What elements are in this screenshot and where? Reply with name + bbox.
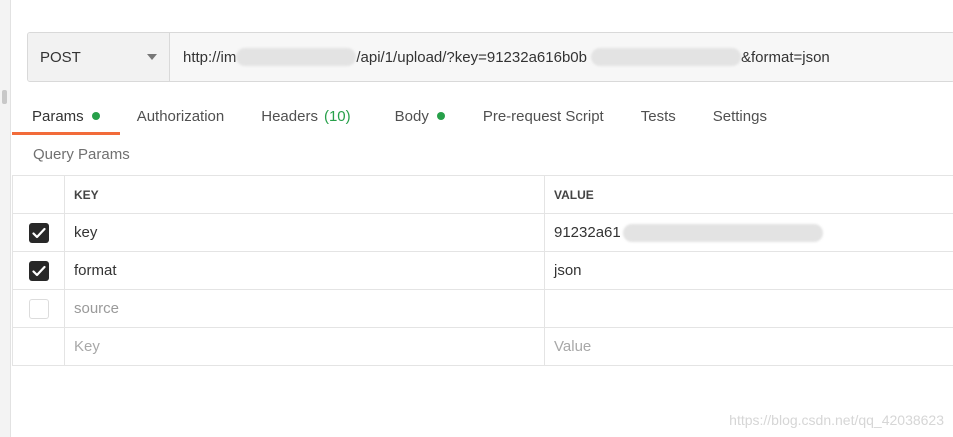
row-checkbox[interactable] [28,298,49,319]
request-bar: POST http://im /api/1/upload/?key=91232a… [27,32,953,82]
param-value-input[interactable]: 91232a61 [545,214,953,251]
method-select[interactable]: POST [28,33,170,81]
column-header-value: VALUE [554,187,594,202]
tab-body[interactable]: Body [395,99,445,133]
redacted-region [622,223,823,242]
tab-label: Headers [261,107,318,125]
header-check-cell [12,176,65,213]
table-row: key 91232a61 [12,214,953,252]
redacted-region [236,48,357,66]
column-header-key: KEY [65,176,545,213]
param-value-input[interactable] [545,290,953,327]
new-value-input[interactable]: Value [545,328,953,365]
tab-headers[interactable]: Headers (10) [261,99,350,133]
param-key-input[interactable]: source [65,290,545,327]
tab-pre-request-script[interactable]: Pre-request Script [483,99,604,133]
tab-label: Settings [712,107,767,125]
param-value-input[interactable]: json [545,252,953,289]
row-check-cell [12,252,65,289]
table-row: format json [12,252,953,290]
chevron-down-icon [147,54,157,60]
scrollbar-thumb[interactable] [2,90,7,104]
row-check-cell [12,328,65,365]
param-key-input[interactable]: key [65,214,545,251]
url-input[interactable]: http://im /api/1/upload/?key=91232a616b0… [170,33,953,81]
row-check-cell [12,290,65,327]
new-key-input[interactable]: Key [65,328,545,365]
new-param-row: Key Value [12,328,953,366]
tab-label: Pre-request Script [482,107,604,125]
query-params-table: KEY VALUE key 91232a61 format json sourc… [12,175,953,366]
check-icon [31,227,46,238]
url-end: &format=json [740,48,830,66]
watermark: https://blog.csdn.net/qq_42038623 [729,412,944,428]
url-start: http://im [183,48,237,66]
row-check-cell [12,214,65,251]
tab-authorization[interactable]: Authorization [137,99,225,133]
section-title: Query Params [33,146,130,163]
table-row: source [12,290,953,328]
tab-label: Tests [640,107,676,125]
param-value: 91232a61 [554,224,621,241]
url-middle: /api/1/upload/?key=91232a616b0b [356,48,587,66]
status-dot-icon [436,112,445,120]
tab-label: Params [32,107,84,125]
method-label: POST [40,48,81,66]
row-checkbox[interactable] [28,222,49,243]
request-tabs: Params Authorization Headers (10) Body P… [12,98,953,135]
left-scrollbar[interactable] [0,0,11,437]
tab-params[interactable]: Params [12,99,120,135]
tab-tests[interactable]: Tests [641,99,676,133]
status-dot-icon [91,112,100,120]
check-icon [31,265,46,276]
redacted-region [590,48,741,66]
row-checkbox[interactable] [28,260,49,281]
param-key-input[interactable]: format [65,252,545,289]
tab-settings[interactable]: Settings [713,99,767,133]
table-header-row: KEY VALUE [12,176,953,214]
headers-count: (10) [323,107,351,125]
tab-label: Body [394,107,429,125]
tab-label: Authorization [136,107,225,125]
